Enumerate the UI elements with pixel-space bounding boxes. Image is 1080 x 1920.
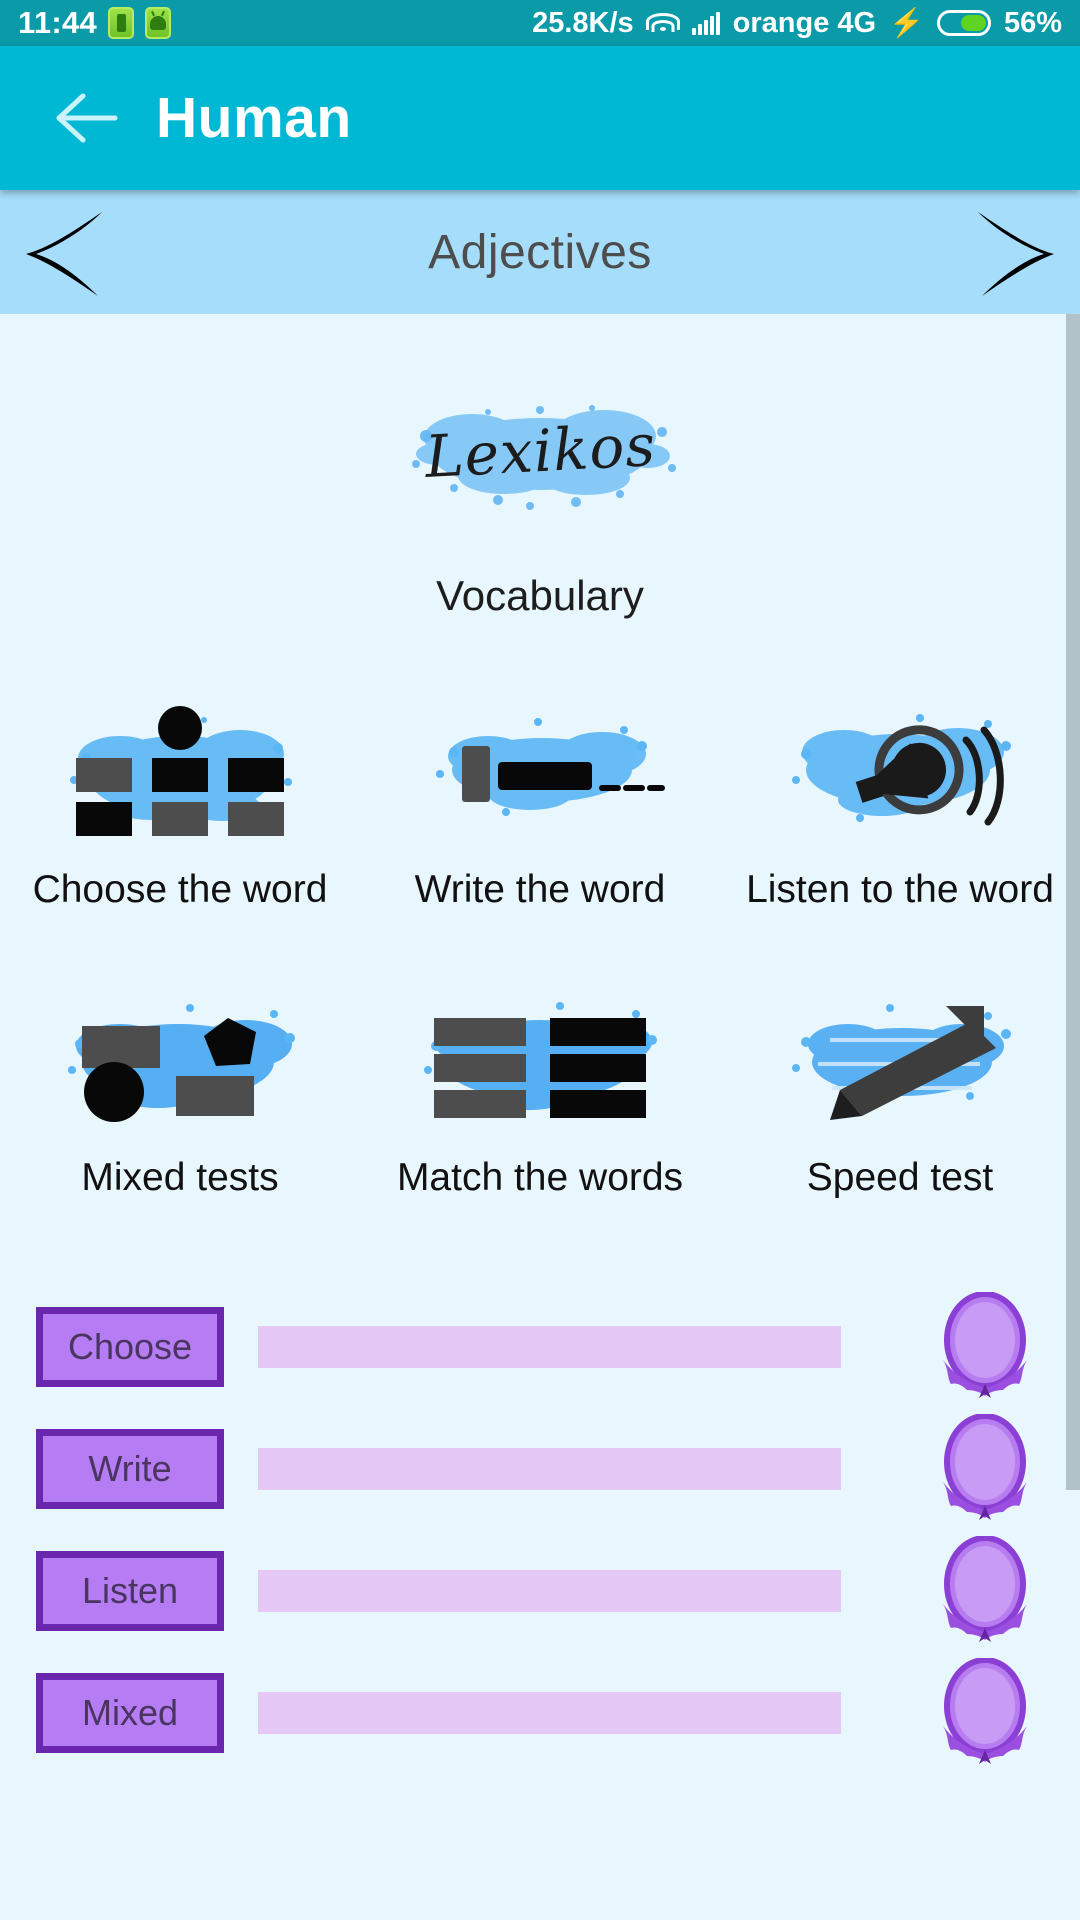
scrollbar-track[interactable] [1066, 314, 1080, 1920]
vocabulary-label: Vocabulary [436, 572, 644, 619]
status-bar-left: 11:44 [18, 5, 172, 41]
progress-row[interactable]: Listen [0, 1530, 1080, 1652]
mode-label: Choose the word [32, 868, 328, 911]
brand-logo: Lexikos [0, 336, 1080, 566]
scrollbar-thumb[interactable] [1066, 314, 1080, 1490]
app-bar: Human [0, 46, 1080, 190]
page-title: Human [156, 86, 352, 150]
mixed-shapes-icon [30, 984, 330, 1134]
progress-button-mixed[interactable]: Mixed [36, 1673, 224, 1753]
chevron-right-icon[interactable] [966, 200, 1066, 304]
mode-label: Speed test [806, 1156, 994, 1199]
progress-button-label: Write [88, 1448, 172, 1489]
category-nav: Adjectives [0, 190, 1080, 314]
progress-list: Choose Write Listen Mixed [0, 1286, 1080, 1774]
logo-artwork: Lexikos [380, 376, 700, 526]
mode-label: Write the word [414, 868, 666, 911]
chevron-left-icon[interactable] [14, 200, 114, 304]
mode-label: Match the words [396, 1156, 684, 1199]
mode-mixed-tests[interactable]: Mixed tests [0, 984, 360, 1200]
laurel-badge-icon [933, 1413, 1037, 1524]
progress-button-label: Listen [81, 1570, 179, 1611]
progress-button-write[interactable]: Write [36, 1429, 224, 1509]
logo-wordmark: Lexikos [422, 411, 658, 491]
progress-button-label: Choose [67, 1326, 193, 1367]
match-rows-icon [390, 984, 690, 1134]
charging-bolt-icon: ⚡ [889, 7, 924, 38]
mode-grid: Choose the word Write the word Listen to… [0, 696, 1080, 1200]
mode-listen-to-the-word[interactable]: Listen to the word [720, 696, 1080, 912]
mode-choose-the-word[interactable]: Choose the word [0, 696, 360, 912]
status-bar: 11:44 25.8K/s orange 4G ⚡ 56% [0, 0, 1080, 46]
category-title: Adjectives [428, 225, 652, 279]
mode-speed-test[interactable]: Speed test [720, 984, 1080, 1200]
mode-label: Listen to the word [746, 868, 1054, 911]
progress-bar-choose [258, 1326, 841, 1368]
main-scroll-area[interactable]: Lexikos Vocabulary Choose the word Write… [0, 314, 1080, 1920]
mode-label: Mixed tests [81, 1156, 279, 1199]
status-time: 11:44 [18, 5, 98, 40]
write-blank-icon [390, 696, 690, 846]
battery-icon [936, 10, 991, 36]
network-speed-label: 25.8K/s [532, 6, 634, 39]
progress-button-listen[interactable]: Listen [36, 1551, 224, 1631]
progress-bar-write [258, 1448, 841, 1490]
grid-choice-icon [30, 696, 330, 846]
android-robot-icon [145, 7, 172, 39]
speed-arrow-icon [750, 984, 1050, 1134]
progress-bar-listen [258, 1570, 841, 1612]
progress-row[interactable]: Mixed [0, 1652, 1080, 1774]
progress-row[interactable]: Choose [0, 1286, 1080, 1408]
progress-bar-mixed [258, 1692, 841, 1734]
progress-button-choose[interactable]: Choose [36, 1307, 224, 1387]
laurel-badge-icon [933, 1657, 1037, 1768]
mode-write-the-word[interactable]: Write the word [360, 696, 720, 912]
progress-button-label: Mixed [81, 1692, 179, 1733]
laurel-badge-icon [933, 1291, 1037, 1402]
signal-bars-icon [691, 11, 720, 35]
speaker-sound-icon [750, 696, 1050, 846]
arrow-left-icon[interactable] [34, 66, 138, 170]
mode-match-the-words[interactable]: Match the words [360, 984, 720, 1200]
carrier-label: orange 4G [732, 6, 877, 39]
battery-chip-icon [108, 7, 135, 39]
laurel-badge-icon [933, 1535, 1037, 1646]
status-bar-right: 25.8K/s orange 4G ⚡ 56% [532, 7, 1062, 40]
wifi-icon [645, 11, 680, 35]
progress-row[interactable]: Write [0, 1408, 1080, 1530]
battery-percent-label: 56% [1003, 6, 1062, 39]
